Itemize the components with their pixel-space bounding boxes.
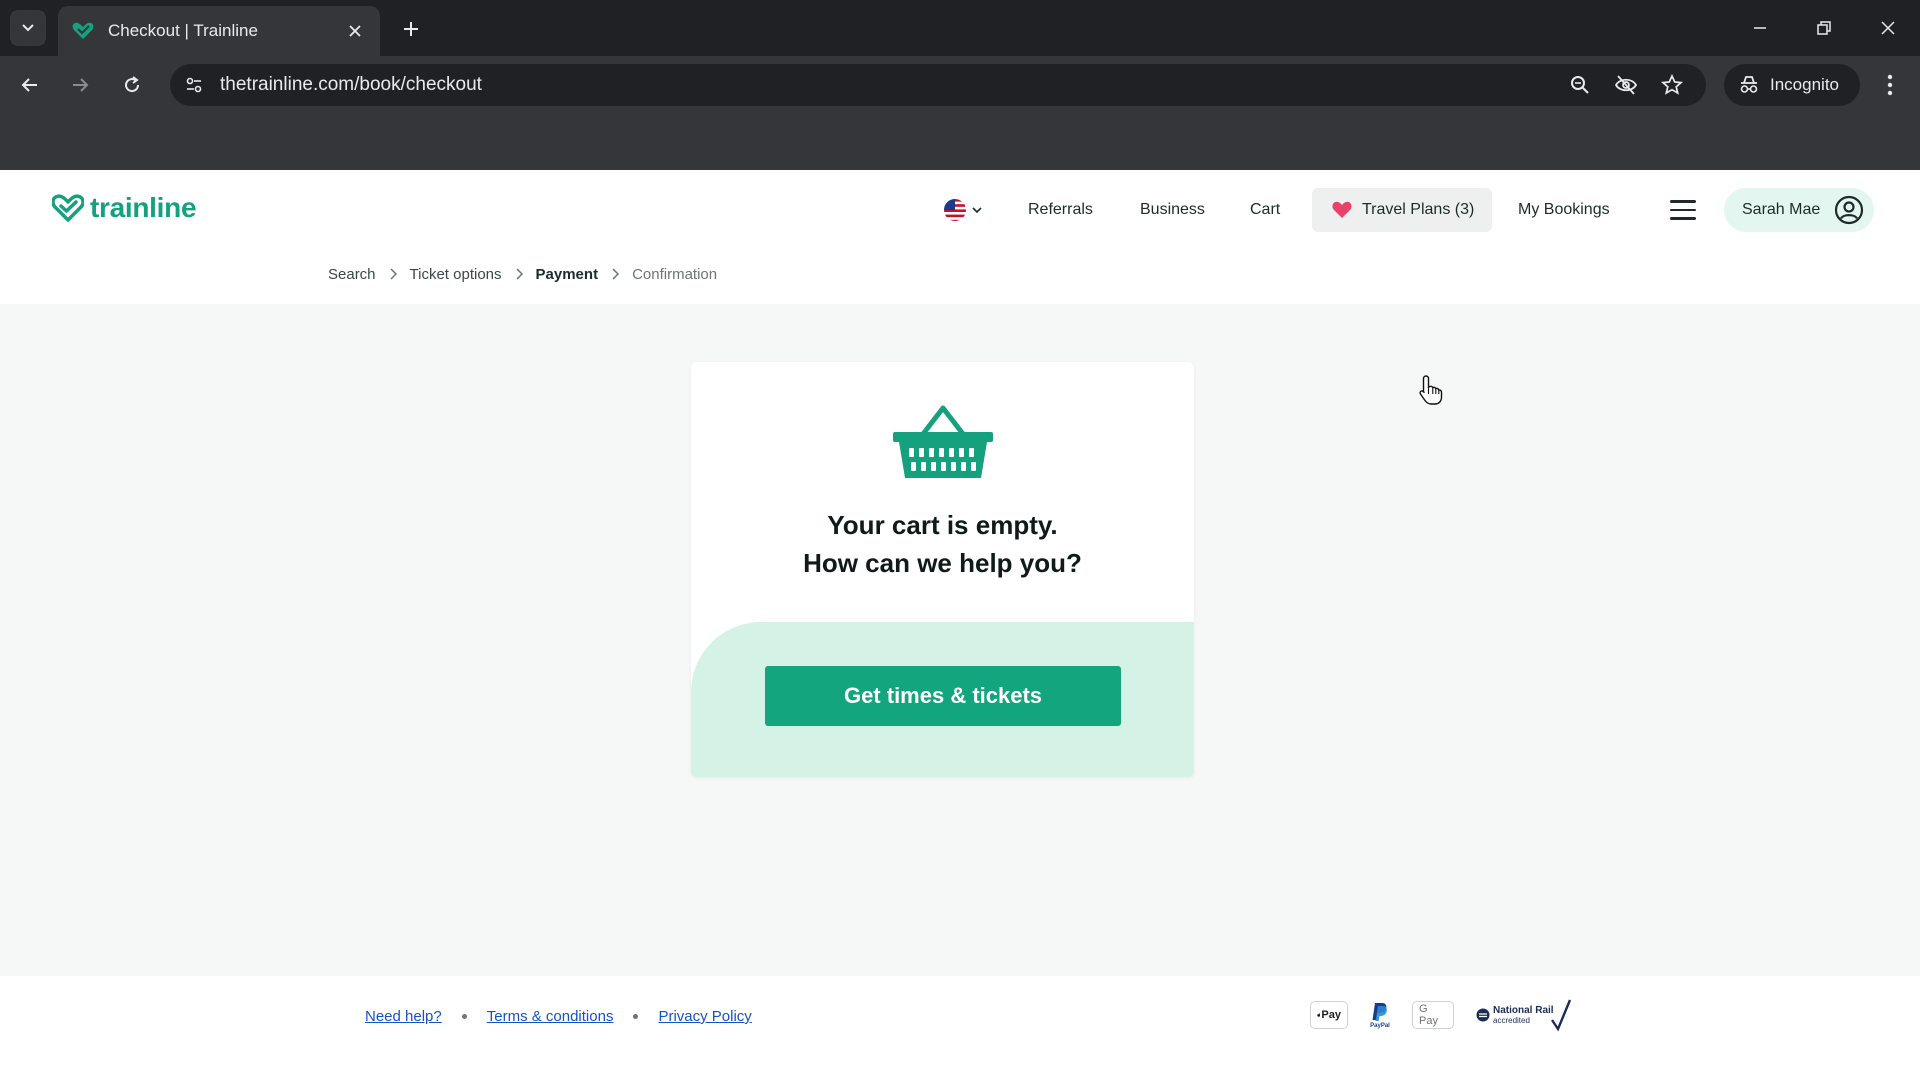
travel-plans-label: Travel Plans (3) — [1362, 201, 1475, 218]
reload-icon — [125, 76, 140, 93]
zoom-icon[interactable] — [1568, 73, 1592, 97]
national-rail-label: National Rail — [1493, 1005, 1554, 1016]
star-icon[interactable] — [1660, 73, 1684, 97]
tab-title: Checkout | Trainline — [108, 21, 258, 40]
chevron-down-icon — [22, 24, 34, 32]
eye-slash-icon[interactable] — [1614, 73, 1638, 97]
account-name: Sarah Mae — [1742, 201, 1821, 218]
site-header: trainline Referrals Business Cart Travel… — [0, 170, 1920, 304]
breadcrumb-payment: Payment — [535, 265, 599, 283]
minimize-icon — [1754, 27, 1766, 29]
google-pay-icon: G Pay — [1412, 1001, 1454, 1029]
page-content: trainline Referrals Business Cart Travel… — [0, 170, 1920, 1080]
bookmarks-bar — [0, 114, 1920, 170]
arrow-left-icon — [21, 78, 37, 92]
heart-icon — [1332, 201, 1352, 219]
footer-privacy-link[interactable]: Privacy Policy — [658, 1008, 751, 1025]
tab-search-button[interactable] — [10, 10, 46, 46]
nav-business[interactable]: Business — [1140, 188, 1205, 232]
browser-tabstrip: Checkout | Trainline — [0, 0, 1920, 56]
user-avatar-icon — [1834, 195, 1864, 225]
chevron-down-icon — [972, 207, 982, 214]
get-times-tickets-button[interactable]: Get times & tickets — [765, 666, 1121, 726]
language-selector[interactable] — [943, 188, 983, 232]
new-tab-button[interactable] — [396, 14, 426, 44]
empty-cart-card: Your cart is empty. How can we help you?… — [691, 362, 1194, 777]
apple-pay-label: Pay — [1321, 1009, 1341, 1021]
footer-terms-link[interactable]: Terms & conditions — [487, 1008, 614, 1025]
nav-my-bookings[interactable]: My Bookings — [1518, 188, 1610, 232]
payment-logos: Pay PayPal G Pay National Rail accredite… — [1310, 998, 1572, 1032]
close-icon — [349, 25, 361, 37]
address-bar[interactable]: thetrainline.com/book/checkout — [170, 64, 1706, 106]
chevron-right-icon — [514, 267, 524, 281]
footer-links: Need help? Terms & conditions Privacy Po… — [365, 1008, 752, 1025]
arrow-right-icon — [73, 78, 89, 92]
separator-dot — [633, 1014, 639, 1019]
apple-pay-icon: Pay — [1310, 1001, 1348, 1029]
nav-referrals[interactable]: Referrals — [1028, 188, 1093, 232]
incognito-icon — [1740, 76, 1758, 93]
checkmark-icon — [1550, 999, 1571, 1032]
breadcrumb: Search Ticket options Payment Confirmati… — [328, 264, 717, 284]
browser-tab-active[interactable]: Checkout | Trainline — [58, 6, 380, 56]
national-rail-sublabel: accredited — [1493, 1016, 1530, 1025]
empty-cart-heading: Your cart is empty. — [827, 510, 1058, 540]
browser-toolbar: thetrainline.com/book/checkout Incognito — [0, 56, 1920, 114]
restore-icon — [1817, 21, 1831, 35]
minimize-button[interactable] — [1742, 12, 1778, 44]
footer-need-help-link[interactable]: Need help? — [365, 1008, 442, 1025]
incognito-badge[interactable]: Incognito — [1724, 64, 1860, 106]
card-cta-area: Get times & tickets — [691, 622, 1194, 777]
site-footer: Need help? Terms & conditions Privacy Po… — [0, 976, 1920, 1080]
nav-cart[interactable]: Cart — [1250, 188, 1280, 232]
shopping-basket-icon — [891, 404, 995, 485]
incognito-label: Incognito — [1770, 75, 1839, 94]
hand-cursor-icon — [1418, 374, 1444, 411]
menu-button[interactable] — [1670, 188, 1696, 232]
empty-cart-subheading: How can we help you? — [803, 548, 1082, 578]
close-window-button[interactable] — [1870, 12, 1906, 44]
main-nav: Referrals Business Cart Travel Plans (3)… — [0, 188, 1920, 232]
nav-travel-plans[interactable]: Travel Plans (3) — [1312, 188, 1493, 232]
kebab-menu-icon — [1887, 74, 1893, 96]
site-info-icon[interactable] — [182, 73, 206, 97]
chevron-right-icon — [610, 267, 620, 281]
breadcrumb-search[interactable]: Search — [328, 266, 376, 283]
account-button[interactable]: Sarah Mae — [1724, 188, 1875, 232]
us-flag-icon — [944, 199, 966, 221]
plus-icon — [404, 22, 418, 36]
paypal-icon: PayPal — [1370, 1001, 1390, 1029]
reload-button[interactable] — [116, 69, 148, 101]
forward-button[interactable] — [64, 69, 96, 101]
national-rail-icon: National Rail accredited — [1476, 998, 1572, 1032]
breadcrumb-ticket-options[interactable]: Ticket options — [410, 266, 502, 283]
restore-button[interactable] — [1806, 12, 1842, 44]
close-icon — [1881, 21, 1895, 35]
chevron-right-icon — [388, 267, 398, 281]
hamburger-icon — [1670, 200, 1696, 220]
trainline-favicon-icon — [72, 20, 94, 42]
breadcrumb-confirmation: Confirmation — [632, 265, 718, 283]
back-button[interactable] — [14, 69, 46, 101]
browser-menu-button[interactable] — [1876, 69, 1904, 101]
url-text: thetrainline.com/book/checkout — [220, 74, 482, 95]
paypal-label: PayPal — [1370, 1023, 1390, 1029]
separator-dot — [461, 1014, 467, 1019]
tab-close-button[interactable] — [344, 20, 366, 42]
